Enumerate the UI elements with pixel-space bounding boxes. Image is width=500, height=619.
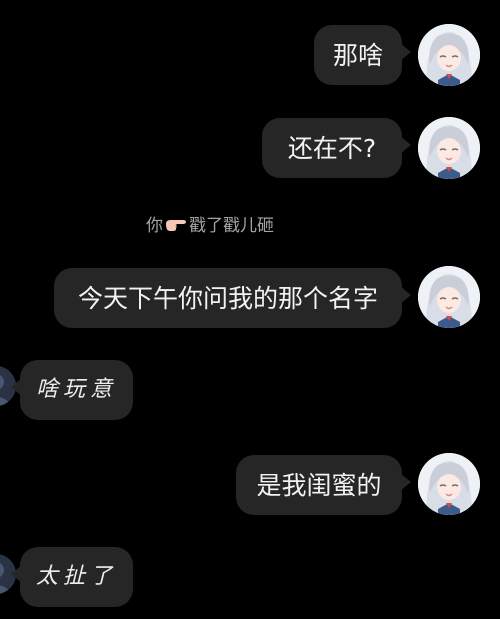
message-bubble[interactable]: 是我闺蜜的 <box>236 455 411 515</box>
pointing-finger-icon <box>165 216 187 237</box>
avatar[interactable] <box>418 117 480 179</box>
avatar[interactable] <box>418 24 480 86</box>
avatar[interactable] <box>418 266 480 328</box>
message-bubble[interactable]: 今天下午你问我的那个名字 <box>54 268 411 328</box>
anime-girl-avatar-icon <box>418 117 480 179</box>
anime-girl-avatar-icon <box>418 266 480 328</box>
message-bubble[interactable]: 那啥 <box>314 25 411 85</box>
poke-actor: 你 <box>146 216 163 236</box>
anime-girl-avatar-icon <box>418 453 480 515</box>
anime-girl-avatar-icon <box>418 24 480 86</box>
poke-notice: 你 戳了戳儿砸 <box>0 211 420 237</box>
avatar[interactable] <box>418 453 480 515</box>
message-bubble[interactable]: 还在不? <box>262 118 411 178</box>
chat-view: 那啥 还在不? 你戳了戳儿砸 今天下午你问我的那个名字 啥玩意 是我闺蜜的 太扯… <box>0 0 500 619</box>
message-bubble[interactable]: 啥玩意 <box>11 360 133 420</box>
poke-action: 戳了戳儿砸 <box>189 216 274 236</box>
message-bubble[interactable]: 太扯了 <box>11 547 133 607</box>
